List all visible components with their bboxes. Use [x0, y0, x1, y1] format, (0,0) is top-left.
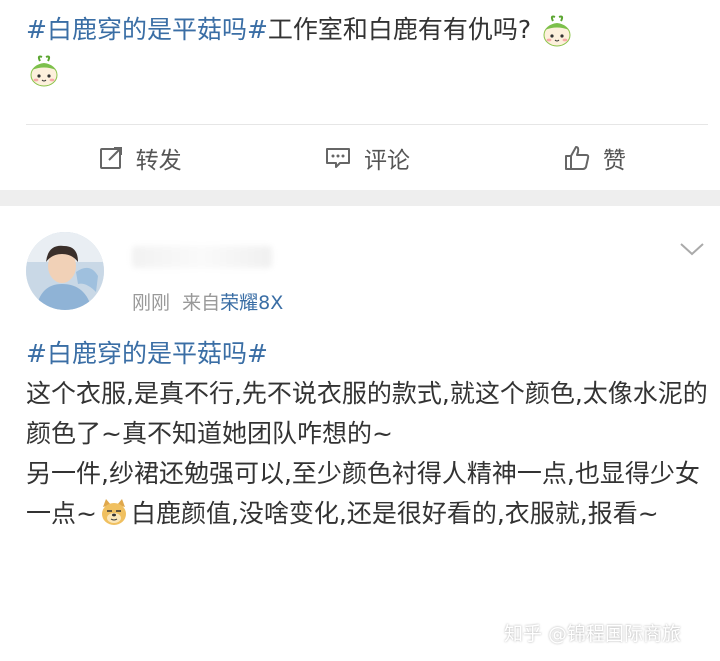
chevron-down-icon[interactable]: [678, 240, 706, 258]
green-sprout-emoji-icon: [30, 55, 58, 87]
green-sprout-emoji-icon: [543, 15, 571, 47]
like-button[interactable]: 赞: [481, 125, 708, 191]
post-meta: 刚刚 来自荣耀8X: [132, 288, 283, 315]
post-card-2: 刚刚 来自荣耀8X #白鹿穿的是平菇吗# 这个衣服,是真不行,先不说衣服的款式,…: [0, 206, 720, 661]
doge-emoji-icon: [101, 499, 126, 525]
comment-label: 评论: [363, 148, 410, 174]
thumbs-up-icon: [564, 146, 590, 170]
blurred-username: [132, 246, 272, 268]
timestamp: 刚刚: [132, 292, 171, 314]
comment-button[interactable]: 评论: [253, 125, 480, 191]
repost-label: 转发: [135, 148, 182, 174]
topic-link[interactable]: #白鹿穿的是平菇吗#: [26, 15, 268, 44]
source-prefix: 来自: [182, 292, 221, 314]
watermark: 知乎 @锦程国际商旅: [504, 623, 682, 645]
topic-link[interactable]: #白鹿穿的是平菇吗#: [26, 339, 268, 368]
repost-button[interactable]: 转发: [26, 125, 253, 191]
post-2-paragraph-2b: 白鹿颜值,没啥变化,还是很好看的,衣服就,报看~: [130, 499, 659, 528]
action-bar: 转发 评论 赞: [26, 124, 708, 191]
post-1-text: #白鹿穿的是平菇吗#工作室和白鹿有有仇吗?: [26, 10, 706, 90]
post-2-body: #白鹿穿的是平菇吗# 这个衣服,是真不行,先不说衣服的款式,就这个颜色,太像水泥…: [26, 334, 710, 534]
section-divider: [0, 190, 720, 206]
avatar[interactable]: [26, 232, 104, 310]
comment-icon: [325, 148, 350, 168]
source-device[interactable]: 荣耀8X: [220, 292, 283, 314]
post-2-paragraph-1: 这个衣服,是真不行,先不说衣服的款式,就这个颜色,太像水泥的颜色了~真不知道她团…: [26, 379, 708, 448]
repost-icon: [99, 147, 122, 169]
post-1-body: 工作室和白鹿有有仇吗?: [267, 15, 532, 44]
post-card-1: #白鹿穿的是平菇吗#工作室和白鹿有有仇吗? 转发 评论 赞: [0, 0, 720, 190]
avatar-photo: [26, 232, 104, 310]
like-label: 赞: [602, 148, 626, 174]
